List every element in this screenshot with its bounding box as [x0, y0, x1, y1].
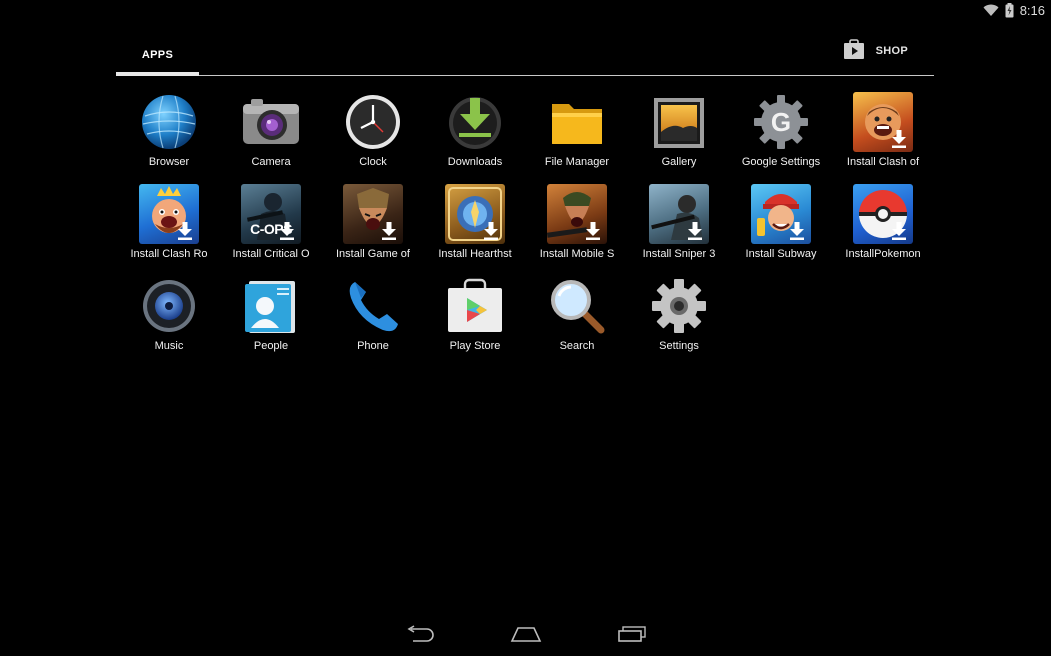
app-label: Install Sniper 3	[642, 248, 716, 260]
download-arrow-icon	[892, 130, 906, 148]
app-install-clash-of-clans[interactable]: Install Clash of	[832, 90, 934, 178]
clash-royale-icon	[139, 184, 199, 244]
clock-icon	[343, 92, 403, 152]
shop-bag-icon	[842, 37, 866, 66]
app-google-settings[interactable]: G Google Settings	[730, 90, 832, 178]
critical-ops-icon: C-OPS	[241, 184, 301, 244]
app-settings[interactable]: Settings	[628, 274, 730, 362]
app-label: Install Mobile S	[539, 248, 615, 260]
status-time: 8:16	[1019, 2, 1045, 18]
download-arrow-icon	[892, 222, 906, 240]
sniper-3d-icon	[649, 184, 709, 244]
app-label: Browser	[148, 156, 190, 168]
google-settings-icon: G	[751, 92, 811, 152]
app-label: Downloads	[447, 156, 503, 168]
music-icon	[139, 276, 199, 336]
app-label: Camera	[251, 156, 291, 168]
app-label: Gallery	[661, 156, 697, 168]
recents-button[interactable]	[612, 621, 652, 651]
app-label: Music	[154, 340, 184, 352]
app-label: Search	[559, 340, 595, 352]
shop-label: SHOP	[875, 45, 908, 57]
home-button[interactable]	[506, 621, 546, 651]
app-label: File Manager	[544, 156, 610, 168]
download-arrow-icon	[178, 222, 192, 240]
app-label: Clock	[359, 156, 387, 168]
app-install-clash-royale[interactable]: Install Clash Ro	[118, 182, 220, 270]
app-people[interactable]: People	[220, 274, 322, 362]
app-label: Settings	[659, 340, 699, 352]
app-label: Install Subway	[745, 248, 817, 260]
download-arrow-icon	[586, 222, 600, 240]
gallery-icon	[649, 92, 709, 152]
app-label: Install Game of	[336, 248, 410, 260]
app-install-hearthstone[interactable]: Install Hearthst	[424, 182, 526, 270]
app-install-critical-ops[interactable]: C-OPS Install Critical O	[220, 182, 322, 270]
search-icon	[547, 276, 607, 336]
camera-icon	[241, 92, 301, 152]
download-arrow-icon	[790, 222, 804, 240]
app-label: Phone	[357, 340, 389, 352]
pokemon-go-icon	[853, 184, 913, 244]
app-label: InstallPokemon	[845, 248, 921, 260]
tab-apps-label: APPS	[141, 49, 174, 61]
app-clock[interactable]: Clock	[322, 90, 424, 178]
app-browser[interactable]: Browser	[118, 90, 220, 178]
app-label: Play Store	[449, 340, 501, 352]
app-install-game-of-war[interactable]: Install Game of	[322, 182, 424, 270]
app-file-manager[interactable]: File Manager	[526, 90, 628, 178]
download-arrow-icon	[382, 222, 396, 240]
app-label: Install Clash of	[846, 156, 920, 168]
tab-apps[interactable]: APPS	[116, 34, 199, 76]
app-play-store[interactable]: Play Store	[424, 274, 526, 362]
app-install-pokemon-go[interactable]: InstallPokemon	[832, 182, 934, 270]
app-downloads[interactable]: Downloads	[424, 90, 526, 178]
tab-divider	[116, 75, 934, 76]
folder-icon	[547, 92, 607, 152]
people-icon	[241, 276, 301, 336]
app-label: Install Hearthst	[438, 248, 512, 260]
app-gallery[interactable]: Gallery	[628, 90, 730, 178]
mobile-strike-icon	[547, 184, 607, 244]
downloads-icon	[445, 92, 505, 152]
download-arrow-icon	[688, 222, 702, 240]
app-install-sniper-3d[interactable]: Install Sniper 3	[628, 182, 730, 270]
app-label: Google Settings	[741, 156, 821, 168]
svg-text:G: G	[771, 107, 791, 137]
game-of-war-icon	[343, 184, 403, 244]
back-icon	[405, 624, 435, 648]
app-label: Install Critical O	[232, 248, 310, 260]
subway-surfers-icon	[751, 184, 811, 244]
shop-button[interactable]: SHOP	[842, 38, 908, 64]
app-install-subway-surfers[interactable]: Install Subway	[730, 182, 832, 270]
battery-icon	[1005, 2, 1014, 18]
status-bar: 8:16	[983, 0, 1051, 20]
phone-icon	[343, 276, 403, 336]
app-label: Install Clash Ro	[130, 248, 208, 260]
wifi-icon	[983, 4, 999, 17]
home-icon	[510, 626, 542, 647]
back-button[interactable]	[400, 621, 440, 651]
play-store-icon	[445, 276, 505, 336]
app-camera[interactable]: Camera	[220, 90, 322, 178]
clash-of-clans-icon	[853, 92, 913, 152]
app-search[interactable]: Search	[526, 274, 628, 362]
app-music[interactable]: Music	[118, 274, 220, 362]
recents-icon	[617, 625, 647, 647]
app-install-mobile-strike[interactable]: Install Mobile S	[526, 182, 628, 270]
app-label: People	[253, 340, 289, 352]
hearthstone-icon	[445, 184, 505, 244]
tab-indicator	[116, 72, 199, 76]
tab-bar: APPS SHOP	[116, 34, 934, 76]
app-phone[interactable]: Phone	[322, 274, 424, 362]
browser-icon	[139, 92, 199, 152]
navigation-bar	[0, 616, 1051, 656]
download-arrow-icon	[280, 222, 294, 240]
download-arrow-icon	[484, 222, 498, 240]
settings-icon	[649, 276, 709, 336]
